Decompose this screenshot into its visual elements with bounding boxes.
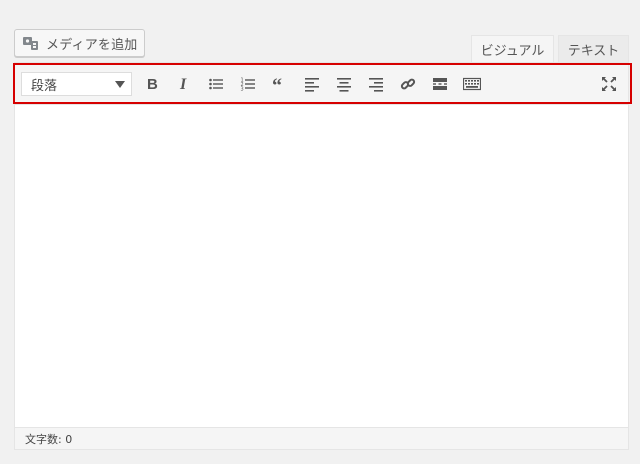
svg-text:B: B — [147, 76, 158, 92]
numbered-list-icon: 1 2 3 — [240, 76, 256, 92]
keyboard-icon — [463, 76, 481, 92]
read-more-button[interactable] — [429, 73, 451, 95]
align-center-icon — [336, 76, 352, 92]
status-bar: 文字数: 0 — [15, 427, 628, 449]
link-icon — [400, 76, 416, 92]
tab-visual[interactable]: ビジュアル — [471, 35, 554, 62]
read-more-icon — [432, 76, 448, 92]
blockquote-icon: “ — [272, 76, 288, 92]
svg-text:3: 3 — [241, 87, 244, 93]
bold-icon: B — [144, 76, 160, 92]
editor: 段落 B I 1 2 3 “ 文字数: 0 — [14, 62, 629, 450]
align-left-button[interactable] — [301, 73, 323, 95]
align-right-icon — [368, 76, 384, 92]
editor-content-area[interactable] — [15, 105, 628, 427]
tab-text[interactable]: テキスト — [558, 35, 629, 62]
align-right-button[interactable] — [365, 73, 387, 95]
add-media-button[interactable]: メディアを追加 — [14, 29, 145, 57]
word-count: 文字数: 0 — [25, 432, 73, 446]
italic-icon: I — [176, 76, 192, 92]
toolbar-toggle-button[interactable] — [461, 73, 483, 95]
media-icon — [22, 34, 40, 52]
bulleted-list-button[interactable] — [205, 73, 227, 95]
italic-button[interactable]: I — [173, 73, 195, 95]
editor-toolbar: 段落 B I 1 2 3 “ — [15, 63, 628, 105]
svg-text:“: “ — [272, 76, 282, 92]
fullscreen-button[interactable] — [598, 73, 620, 95]
format-select-value: 段落 — [31, 78, 58, 94]
chevron-down-icon — [115, 81, 125, 88]
svg-text:I: I — [179, 76, 187, 92]
insert-link-button[interactable] — [397, 73, 419, 95]
add-media-label: メディアを追加 — [46, 37, 138, 53]
bullet-list-icon — [208, 76, 224, 92]
align-center-button[interactable] — [333, 73, 355, 95]
fullscreen-icon — [601, 76, 617, 92]
blockquote-button[interactable]: “ — [269, 73, 291, 95]
format-select[interactable]: 段落 — [21, 72, 132, 96]
align-left-icon — [304, 76, 320, 92]
bold-button[interactable]: B — [141, 73, 163, 95]
numbered-list-button[interactable]: 1 2 3 — [237, 73, 259, 95]
